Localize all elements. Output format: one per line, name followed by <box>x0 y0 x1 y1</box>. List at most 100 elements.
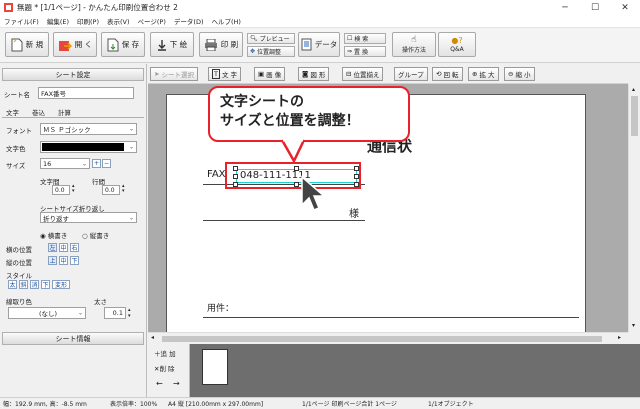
status-bar: 幅：192.9 mm, 高：-8.5 mm 表示倍率：100% A4 縦 [21… <box>0 397 640 409</box>
minimize-button[interactable]: ─ <box>550 0 580 15</box>
tab-divider <box>2 117 144 118</box>
hpos-right-button[interactable]: 右 <box>70 243 79 252</box>
style-label: スタイル <box>6 272 32 280</box>
text-color-select[interactable]: ⌄ <box>40 141 137 153</box>
vpos-middle-button[interactable]: 中 <box>59 256 68 265</box>
preview-button[interactable]: 🔍︎ プレビュー <box>247 33 295 44</box>
menu-data[interactable]: データ(D) <box>170 16 208 26</box>
color-swatch <box>42 143 124 151</box>
vertical-scrollbar[interactable]: ▴ ▾ <box>628 84 640 332</box>
menu-bar: ファイル(F) 編集(E) 印刷(P) 表示(V) ページ(P) データ(D) … <box>0 15 640 28</box>
youken-underline <box>203 317 579 318</box>
howto-button[interactable]: ☝ 操作方法 <box>392 32 436 57</box>
line-spacing-input[interactable]: 0.0 <box>102 185 120 195</box>
font-select[interactable]: ＭＳ Ｐゴシック ⌄ <box>40 123 137 135</box>
border-color-label: 線取り色 <box>6 298 32 306</box>
status-zoom: 表示倍率：100% <box>110 401 158 408</box>
zoom-out-tool[interactable]: ⊖ 縮 小 <box>504 67 535 81</box>
wrap-select[interactable]: 折り返す ⌄ <box>40 212 137 223</box>
sheet-name-input[interactable]: FAX番号 <box>38 87 134 99</box>
hpos-center-button[interactable]: 中 <box>59 243 68 252</box>
printer-icon <box>204 38 217 51</box>
hpos-left-button[interactable]: 左 <box>48 243 57 252</box>
replace-icon: ⇒ <box>347 48 353 55</box>
group-tool[interactable]: グループ <box>394 67 428 81</box>
new-button[interactable]: 新 規 <box>5 32 49 57</box>
page-thumbnail[interactable] <box>202 349 228 385</box>
scroll-down-icon[interactable]: ▾ <box>632 322 635 329</box>
line-spacing-spinner[interactable]: ▴ ▾ <box>122 184 125 194</box>
zoom-out-icon: ⊖ <box>508 70 514 78</box>
scroll-thumb[interactable] <box>631 96 638 136</box>
menu-edit[interactable]: 編集(E) <box>43 16 73 26</box>
style-transform-button[interactable]: 変形 <box>52 280 70 289</box>
close-button[interactable]: ✕ <box>610 0 640 15</box>
open-button[interactable]: 開 く <box>53 32 97 57</box>
replace-button[interactable]: ⇒ 置 換 <box>344 46 386 57</box>
style-strike-button[interactable]: 消 <box>30 280 39 289</box>
annotation-callout: 文字シートの サイズと位置を調整！ <box>208 86 410 142</box>
tab-wrap[interactable]: 巻込 <box>32 107 45 117</box>
import-sketch-button[interactable]: 下 絵 <box>150 32 194 57</box>
data-button[interactable]: データ <box>298 32 340 57</box>
thickness-input[interactable]: 0.1 <box>104 307 126 319</box>
maximize-button[interactable]: ☐ <box>580 0 610 15</box>
text-tool[interactable]: T文 字 <box>208 67 242 81</box>
save-button[interactable]: 保 存 <box>101 32 145 57</box>
vpos-top-button[interactable]: 上 <box>48 256 57 265</box>
border-color-select[interactable]: (なし) ⌄ <box>8 307 86 319</box>
hpos-label: 横の位置 <box>6 246 32 254</box>
menu-help[interactable]: ヘルプ(H) <box>207 16 244 26</box>
size-increase-button[interactable]: + <box>92 159 101 168</box>
scroll-right-icon[interactable]: ▸ <box>618 334 621 341</box>
char-spacing-input[interactable]: 0.0 <box>52 185 70 195</box>
name-underline <box>203 220 365 221</box>
size-decrease-button[interactable]: − <box>102 159 111 168</box>
move-icon: ✥ <box>250 48 256 55</box>
page-buttons: ＋追 加 ✕削 除 ← → <box>148 344 190 397</box>
chevron-down-icon: ⌄ <box>128 214 134 221</box>
zoom-in-tool[interactable]: ⊕ 拡 大 <box>468 67 499 81</box>
mouse-cursor-icon <box>301 175 326 211</box>
style-italic-button[interactable]: 斜 <box>19 280 28 289</box>
sheet-select-tool[interactable]: ➤ シート選択 <box>150 67 198 81</box>
menu-file[interactable]: ファイル(F) <box>0 16 43 26</box>
menu-view[interactable]: 表示(V) <box>103 16 134 26</box>
thickness-spinner[interactable]: ▴ ▾ <box>128 307 131 319</box>
qa-button[interactable]: ●? Q&A <box>438 32 476 57</box>
next-page-button[interactable]: → <box>173 379 180 388</box>
thickness-label: 太さ <box>94 298 107 306</box>
vertical-writing-radio[interactable]: ○ 縦書き <box>82 230 109 240</box>
scroll-thumb-horizontal[interactable] <box>162 336 602 342</box>
align-icon: ⊟ <box>346 70 352 78</box>
print-button[interactable]: 印 刷 <box>199 32 243 57</box>
add-page-button[interactable]: ＋追 加 <box>154 348 176 358</box>
scroll-up-icon[interactable]: ▴ <box>632 86 635 93</box>
style-bold-button[interactable]: 太 <box>8 280 17 289</box>
scroll-left-icon[interactable]: ◂ <box>151 334 154 341</box>
shape-tool[interactable]: ◙ 図 形 <box>298 67 330 81</box>
sheet-info-header[interactable]: シート情報 <box>2 332 144 345</box>
char-spacing-spinner[interactable]: ▴ ▾ <box>72 184 75 194</box>
vpos-bottom-button[interactable]: 下 <box>70 256 79 265</box>
main-toolbar: 新 規 開 く 保 存 下 絵 印 刷 🔍︎ プレビュー ✥ 位置調整 データ ☐ 検… <box>0 28 640 63</box>
highlight-rectangle <box>225 162 361 189</box>
search-button[interactable]: ☐ 検 索 <box>344 33 386 44</box>
horizontal-scrollbar[interactable]: ◂ ▸ <box>148 332 628 344</box>
align-tool[interactable]: ⊟ 位置揃え <box>342 67 384 81</box>
sheet-settings-panel: シート設定 シート名 FAX番号 文字 巻込 計算 フォント ＭＳ Ｐゴシック ⌄… <box>0 64 147 397</box>
chevron-down-icon: ⌄ <box>77 309 83 317</box>
tab-calc[interactable]: 計算 <box>58 107 71 117</box>
style-underline-button[interactable]: 下 <box>41 280 50 289</box>
status-size: 幅：192.9 mm, 高：-8.5 mm <box>3 401 87 408</box>
image-tool[interactable]: ▣ 画 像 <box>254 67 286 81</box>
rotate-tool[interactable]: ⟲ 回 転 <box>432 67 463 81</box>
horizontal-writing-radio[interactable]: ◉ 横書き <box>40 230 67 240</box>
menu-print[interactable]: 印刷(P) <box>73 16 103 26</box>
menu-page[interactable]: ページ(P) <box>134 16 170 26</box>
size-select[interactable]: 16 ⌄ <box>40 158 90 169</box>
delete-page-button[interactable]: ✕削 除 <box>154 363 175 373</box>
position-adjust-button[interactable]: ✥ 位置調整 <box>247 46 295 57</box>
prev-page-button[interactable]: ← <box>156 379 163 388</box>
tool-toolbar: ➤ シート選択 T文 字 ▣ 画 像 ◙ 図 形 ⊟ 位置揃え グループ ⟲ 回 転 ⊕ 拡… <box>148 64 628 84</box>
